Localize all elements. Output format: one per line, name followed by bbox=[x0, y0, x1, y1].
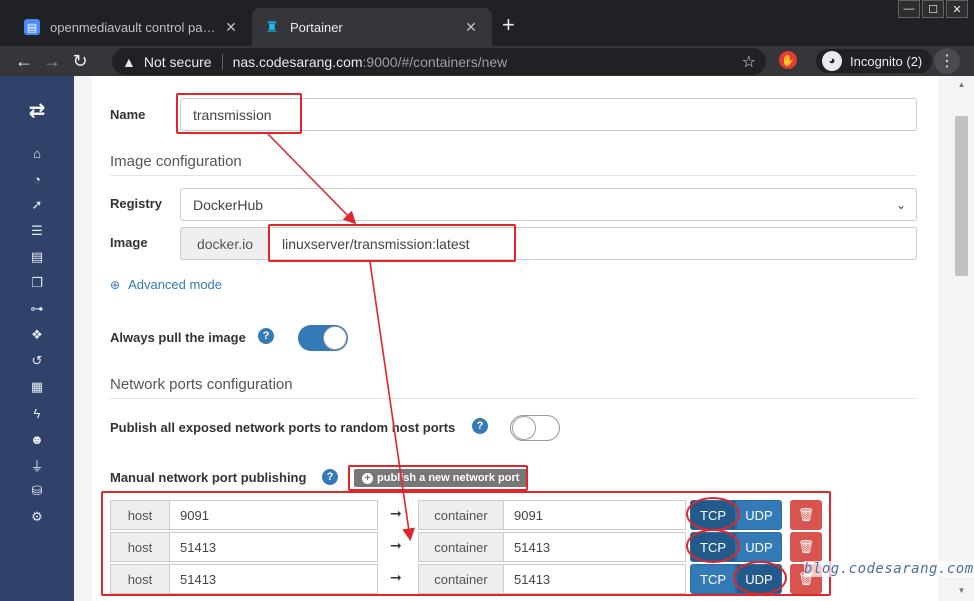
grid-icon[interactable]: ▦ bbox=[27, 378, 47, 396]
plug-icon[interactable]: ⏚ bbox=[27, 456, 47, 474]
annotation-box-name bbox=[176, 93, 302, 134]
forward-arrow-icon[interactable]: → bbox=[38, 51, 66, 72]
browser-toolbar: ← → ↻ ▲ Not secure nas.codesarang.com:90… bbox=[0, 46, 974, 76]
new-tab-button[interactable]: + bbox=[502, 14, 515, 36]
always-pull-toggle[interactable] bbox=[298, 325, 348, 351]
always-pull-label: Always pull the image bbox=[110, 330, 246, 345]
scroll-down-icon[interactable]: ▼ bbox=[955, 586, 968, 595]
watermark: blog.codesarang.com bbox=[804, 561, 974, 577]
tab-portainer[interactable]: ♜ Portainer ✕ bbox=[252, 8, 492, 46]
advanced-mode-link[interactable]: ⊕ Advanced mode bbox=[110, 277, 222, 292]
users-icon[interactable]: ☻ bbox=[27, 430, 47, 448]
rocket-icon[interactable]: ➚ bbox=[27, 196, 47, 214]
history-icon[interactable]: ↺ bbox=[27, 352, 47, 370]
cubes-icon[interactable]: ❖ bbox=[27, 326, 47, 344]
clone-icon[interactable]: ❐ bbox=[27, 274, 47, 292]
address-bar[interactable]: ▲ Not secure nas.codesarang.com:9000/#/c… bbox=[112, 48, 766, 75]
name-label: Name bbox=[110, 107, 146, 122]
security-label: Not secure bbox=[143, 53, 212, 70]
image-label: Image bbox=[110, 235, 148, 250]
minimize-button[interactable]: — bbox=[898, 0, 920, 18]
publish-all-label: Publish all exposed network ports to ran… bbox=[110, 420, 456, 435]
incognito-profile-button[interactable]: ◕ Incognito (2) bbox=[816, 49, 933, 73]
manual-publishing-label: Manual network port publishing bbox=[110, 470, 307, 485]
advanced-mode-label: Advanced mode bbox=[128, 277, 223, 292]
registry-label: Registry bbox=[110, 196, 163, 211]
scroll-up-icon[interactable]: ▲ bbox=[955, 80, 968, 89]
close-icon[interactable]: ✕ bbox=[462, 19, 480, 36]
page-viewport: ⇄ ⌂ ◔ ➚ ☰ ▤ ❐ ⊶ ❖ ↺ ▦ ϟ ☻ ⏚ ⛁ ⚙ Name tra… bbox=[0, 76, 974, 601]
sidebar: ⇄ ⌂ ◔ ➚ ☰ ▤ ❐ ⊶ ❖ ↺ ▦ ϟ ☻ ⏚ ⛁ ⚙ bbox=[0, 76, 74, 601]
reload-icon[interactable]: ↻ bbox=[66, 51, 94, 72]
dashboard-icon[interactable]: ◔ bbox=[27, 170, 47, 188]
scrollbar[interactable]: ▲ ▼ bbox=[938, 76, 974, 601]
window-controls: — ☐ ✕ bbox=[896, 0, 968, 18]
divider bbox=[221, 53, 223, 70]
annotation-ellipse-udp bbox=[733, 561, 787, 595]
registry-select[interactable]: DockerHub ⌄ bbox=[180, 188, 917, 221]
help-icon[interactable]: ? bbox=[258, 328, 274, 344]
annotation-ellipse-tcp bbox=[686, 497, 740, 531]
warning-icon: ▲ bbox=[122, 53, 136, 70]
profile-label: Incognito (2) bbox=[850, 53, 923, 69]
globe-icon: ⊕ bbox=[110, 277, 121, 292]
url-host: nas.codesarang.com bbox=[232, 53, 363, 70]
image-registry-prefix: docker.io bbox=[180, 227, 270, 260]
help-icon[interactable]: ? bbox=[472, 418, 488, 434]
extension-hand-icon[interactable]: ✋ bbox=[779, 51, 797, 69]
tab-title: Portainer bbox=[290, 19, 343, 35]
page-gutter bbox=[74, 76, 92, 601]
annotation-box-publish bbox=[348, 465, 528, 491]
incognito-icon: ◕ bbox=[822, 51, 842, 71]
annotation-ellipse-tcp bbox=[686, 529, 740, 563]
portainer-logo-icon: ♜ bbox=[265, 19, 279, 36]
registry-value: DockerHub bbox=[193, 196, 264, 213]
close-icon[interactable]: ✕ bbox=[222, 19, 240, 36]
toggle-knob bbox=[323, 326, 347, 350]
network-ports-heading: Network ports configuration bbox=[110, 376, 916, 399]
chevron-down-icon: ⌄ bbox=[895, 197, 906, 212]
more-menu-icon[interactable]: ⋮ bbox=[934, 48, 960, 74]
annotation-box-image bbox=[268, 224, 516, 262]
scrollbar-thumb[interactable] bbox=[955, 116, 968, 276]
help-icon[interactable]: ? bbox=[322, 469, 338, 485]
toggle-knob bbox=[512, 416, 536, 440]
swap-arrows-icon[interactable]: ⇄ bbox=[0, 98, 74, 123]
document-icon: ▤ bbox=[24, 19, 40, 35]
tab-openmediavault[interactable]: ▤ openmediavault control panel - n ✕ bbox=[12, 8, 252, 46]
url-path: :9000/#/containers/new bbox=[362, 53, 508, 70]
database-icon[interactable]: ⛁ bbox=[27, 482, 47, 500]
sitemap-icon[interactable]: ⊶ bbox=[27, 300, 47, 318]
server-icon[interactable]: ▤ bbox=[27, 248, 47, 266]
publish-all-toggle[interactable] bbox=[510, 415, 560, 441]
tab-title: openmediavault control panel - n bbox=[50, 19, 222, 35]
cogs-icon[interactable]: ⚙ bbox=[27, 508, 47, 526]
bookmark-star-icon[interactable]: ☆ bbox=[742, 52, 756, 72]
list-icon[interactable]: ☰ bbox=[27, 222, 47, 240]
bolt-icon[interactable]: ϟ bbox=[27, 404, 47, 422]
tab-strip: ▤ openmediavault control panel - n ✕ ♜ P… bbox=[0, 0, 974, 46]
close-window-button[interactable]: ✕ bbox=[946, 0, 968, 18]
home-icon[interactable]: ⌂ bbox=[27, 144, 47, 162]
maximize-button[interactable]: ☐ bbox=[922, 0, 944, 18]
back-arrow-icon[interactable]: ← bbox=[10, 51, 38, 72]
image-config-heading: Image configuration bbox=[110, 153, 916, 176]
